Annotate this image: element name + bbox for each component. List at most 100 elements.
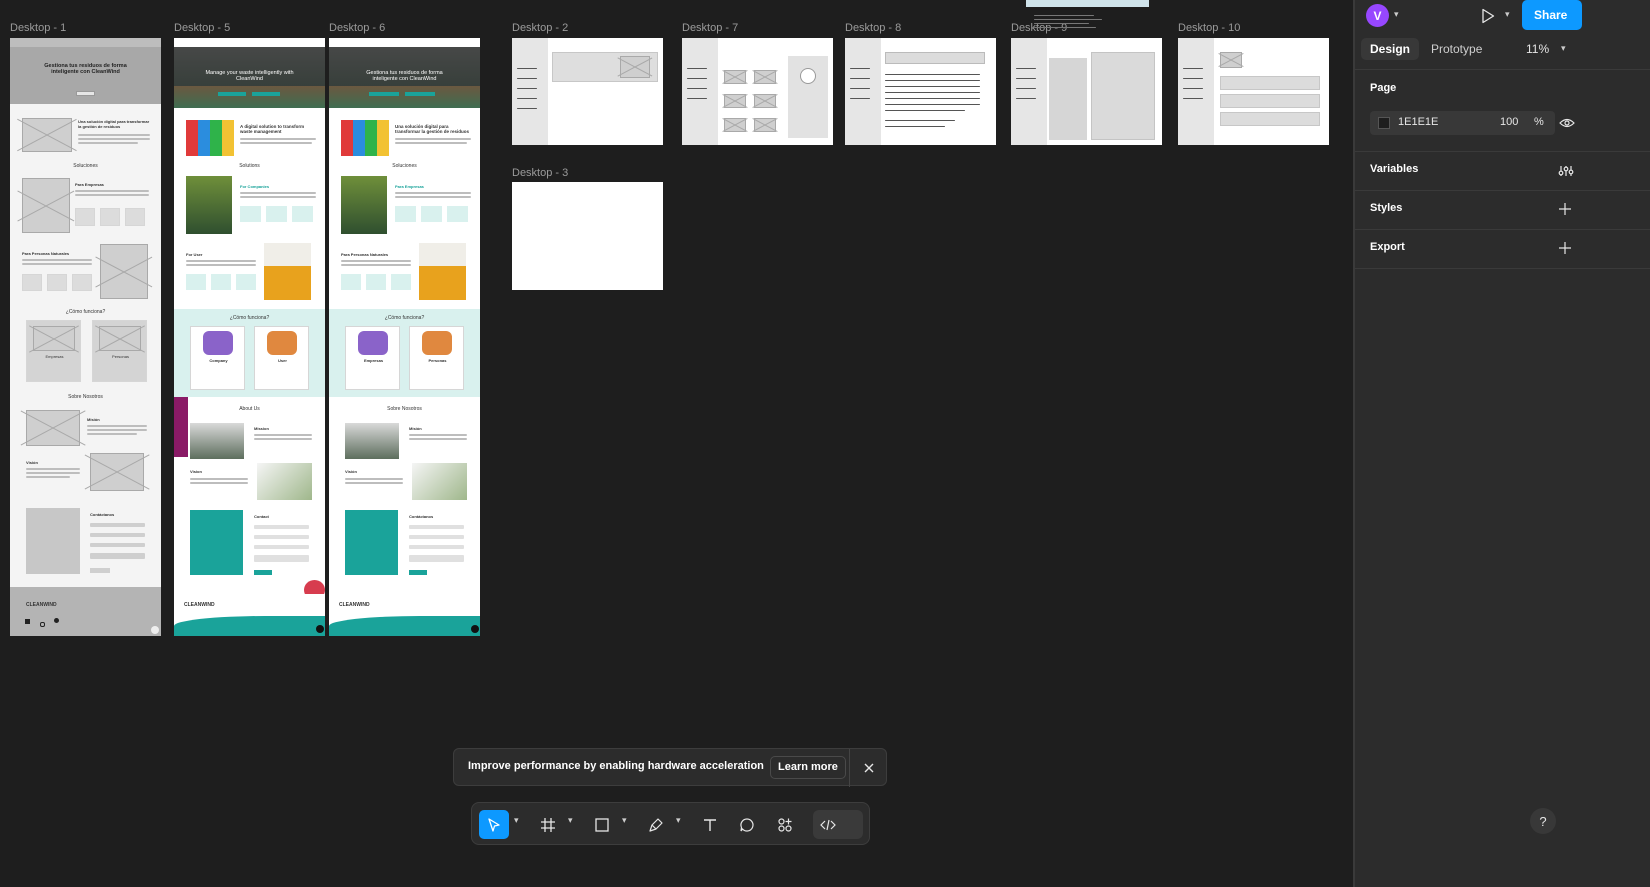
design-about-title: About Us — [239, 406, 260, 412]
close-icon[interactable] — [858, 757, 880, 779]
chevron-down-icon[interactable]: ▾ — [568, 815, 573, 826]
wire-contact-title: Contáctanos — [90, 512, 115, 517]
dev-mode-toggle[interactable] — [813, 810, 863, 839]
styles-section[interactable]: Styles — [1355, 191, 1650, 230]
design-hero-title: Gestiona tus residuos de forma inteligen… — [366, 70, 443, 82]
code-icon — [816, 813, 839, 836]
wire-image-placeholder — [22, 178, 70, 233]
design-intro-heading: A digital solution to transform waste ma… — [240, 124, 305, 134]
wire-how-title: ¿Cómo funciona? — [65, 309, 106, 315]
move-tool-icon[interactable] — [479, 810, 509, 839]
add-export-plus-icon[interactable] — [1558, 241, 1572, 255]
frame-label-desktop-3[interactable]: Desktop - 3 — [512, 167, 568, 179]
bottom-toolbar: ▾ ▾ ▾ ▾ — [471, 802, 870, 845]
export-heading: Export — [1370, 241, 1405, 253]
chevron-down-icon[interactable]: ▾ — [676, 815, 681, 826]
wire-footer: CLEANWIND — [10, 587, 161, 636]
page-opacity-value[interactable]: 100 — [1500, 116, 1518, 128]
design-contact-box — [190, 510, 243, 575]
toast-message: Improve performance by enabling hardware… — [468, 760, 764, 772]
frame-desktop-9[interactable] — [1011, 38, 1162, 145]
frame-label-desktop-8[interactable]: Desktop - 8 — [845, 22, 901, 34]
page-section: Page 1E1E1E 100 % — [1355, 70, 1650, 152]
frame-label-desktop-2[interactable]: Desktop - 2 — [512, 22, 568, 34]
wire-people-card: Personas — [92, 320, 147, 382]
design-solutions-title: Solutions — [239, 163, 260, 169]
design-people-title: Para Personas Naturales — [341, 252, 389, 257]
design-companies-title: Para Empresas — [395, 184, 424, 189]
frame-label-desktop-7[interactable]: Desktop - 7 — [682, 22, 738, 34]
wire-people-title: Para Personas Naturales — [22, 251, 70, 256]
team-photo — [345, 423, 399, 459]
design-how-section: ¿Cómo funciona? Empresas Personas — [329, 309, 480, 397]
frame-desktop-2[interactable] — [512, 38, 663, 145]
design-footer: CLEANWIND — [174, 594, 325, 636]
frame-desktop-3[interactable] — [512, 182, 663, 290]
frame-desktop-7[interactable] — [682, 38, 833, 145]
design-contact-box — [345, 510, 398, 575]
plant-photo — [412, 463, 467, 500]
components-tool-icon[interactable] — [771, 810, 799, 839]
hardware-acceleration-toast: Improve performance by enabling hardware… — [453, 748, 887, 787]
add-style-plus-icon[interactable] — [1558, 202, 1572, 216]
team-photo — [190, 423, 244, 459]
wire-company-card: Empresas — [26, 320, 81, 382]
rectangle-tool-icon[interactable] — [588, 810, 616, 839]
worker-photo — [186, 176, 232, 234]
chevron-down-icon[interactable]: ▾ — [622, 815, 627, 826]
frame-desktop-5[interactable]: Manage your waste intelligently with Cle… — [174, 38, 325, 636]
wire-companies-title: Para Empresas — [75, 182, 104, 187]
floating-image-fragment[interactable] — [1026, 0, 1149, 7]
chevron-down-icon[interactable]: ▾ — [514, 815, 519, 826]
frame-tool-icon[interactable] — [534, 810, 562, 839]
frame-label-desktop-6[interactable]: Desktop - 6 — [329, 22, 385, 34]
help-button[interactable]: ? — [1530, 808, 1556, 834]
design-vision-title: Vision — [190, 469, 202, 474]
frame-label-desktop-10[interactable]: Desktop - 10 — [1178, 22, 1240, 34]
eye-icon[interactable] — [1559, 115, 1575, 131]
design-companies-title: For Companies — [240, 184, 270, 189]
pen-tool-icon[interactable] — [642, 810, 670, 839]
wire-image-placeholder — [100, 244, 148, 299]
design-intro-heading: Una solución digital para transformar la… — [395, 124, 470, 134]
color-swatch[interactable] — [1378, 117, 1390, 129]
plant-photo — [257, 463, 312, 500]
properties-panel: V ▾ ▾ Share Design Prototype 11% ▾ Page … — [1354, 0, 1650, 887]
wire-intro-heading: Una solución digital para transformar la… — [78, 119, 150, 129]
wire-hero-title: Gestiona tus residuos de forma inteligen… — [44, 63, 127, 75]
wire-about-title: Sobre Nosotros — [68, 394, 103, 400]
learn-more-button[interactable]: Learn more — [770, 756, 846, 779]
wire-solutions-title: Soluciones — [73, 163, 98, 169]
frame-desktop-10[interactable] — [1178, 38, 1329, 145]
design-hero-title: Manage your waste intelligently with Cle… — [205, 70, 294, 82]
design-mission-title: Misión — [409, 426, 422, 431]
floating-notes[interactable] — [1034, 13, 1104, 31]
export-section[interactable]: Export — [1355, 230, 1650, 269]
wire-navbar — [10, 38, 161, 47]
design-contact-title: Contact — [254, 514, 269, 519]
wire-vision-title: Visión — [26, 460, 38, 465]
variables-section[interactable]: Variables — [1355, 152, 1650, 191]
design-about-title: Sobre Nosotros — [387, 406, 422, 412]
design-how-section: ¿Cómo funciona? Company User — [174, 309, 325, 397]
design-solutions-title: Soluciones — [392, 163, 417, 169]
comment-tool-icon[interactable] — [733, 810, 761, 839]
frame-label-desktop-1[interactable]: Desktop - 1 — [10, 22, 66, 34]
canvas-panel-divider[interactable] — [1346, 0, 1354, 887]
wire-hero-button — [76, 91, 95, 96]
wire-image-placeholder — [22, 118, 72, 152]
page-color-value[interactable]: 1E1E1E — [1398, 116, 1438, 128]
recycle-photo — [264, 243, 311, 300]
frame-desktop-8[interactable] — [845, 38, 996, 145]
wire-image-placeholder — [26, 410, 80, 446]
variables-settings-icon[interactable] — [1558, 163, 1574, 179]
frame-desktop-1[interactable]: Gestiona tus residuos de forma inteligen… — [10, 38, 161, 636]
worker-photo — [341, 176, 387, 234]
design-footer: CLEANWIND — [329, 594, 480, 636]
frame-label-desktop-5[interactable]: Desktop - 5 — [174, 22, 230, 34]
design-contact-title: Contáctanos — [409, 514, 434, 519]
text-tool-icon[interactable] — [696, 810, 724, 839]
frame-desktop-6[interactable]: Gestiona tus residuos de forma inteligen… — [329, 38, 480, 636]
page-color-field[interactable]: 1E1E1E 100 % — [1370, 111, 1555, 135]
design-canvas[interactable]: Desktop - 1 Desktop - 5 Desktop - 6 Desk… — [0, 0, 1346, 887]
